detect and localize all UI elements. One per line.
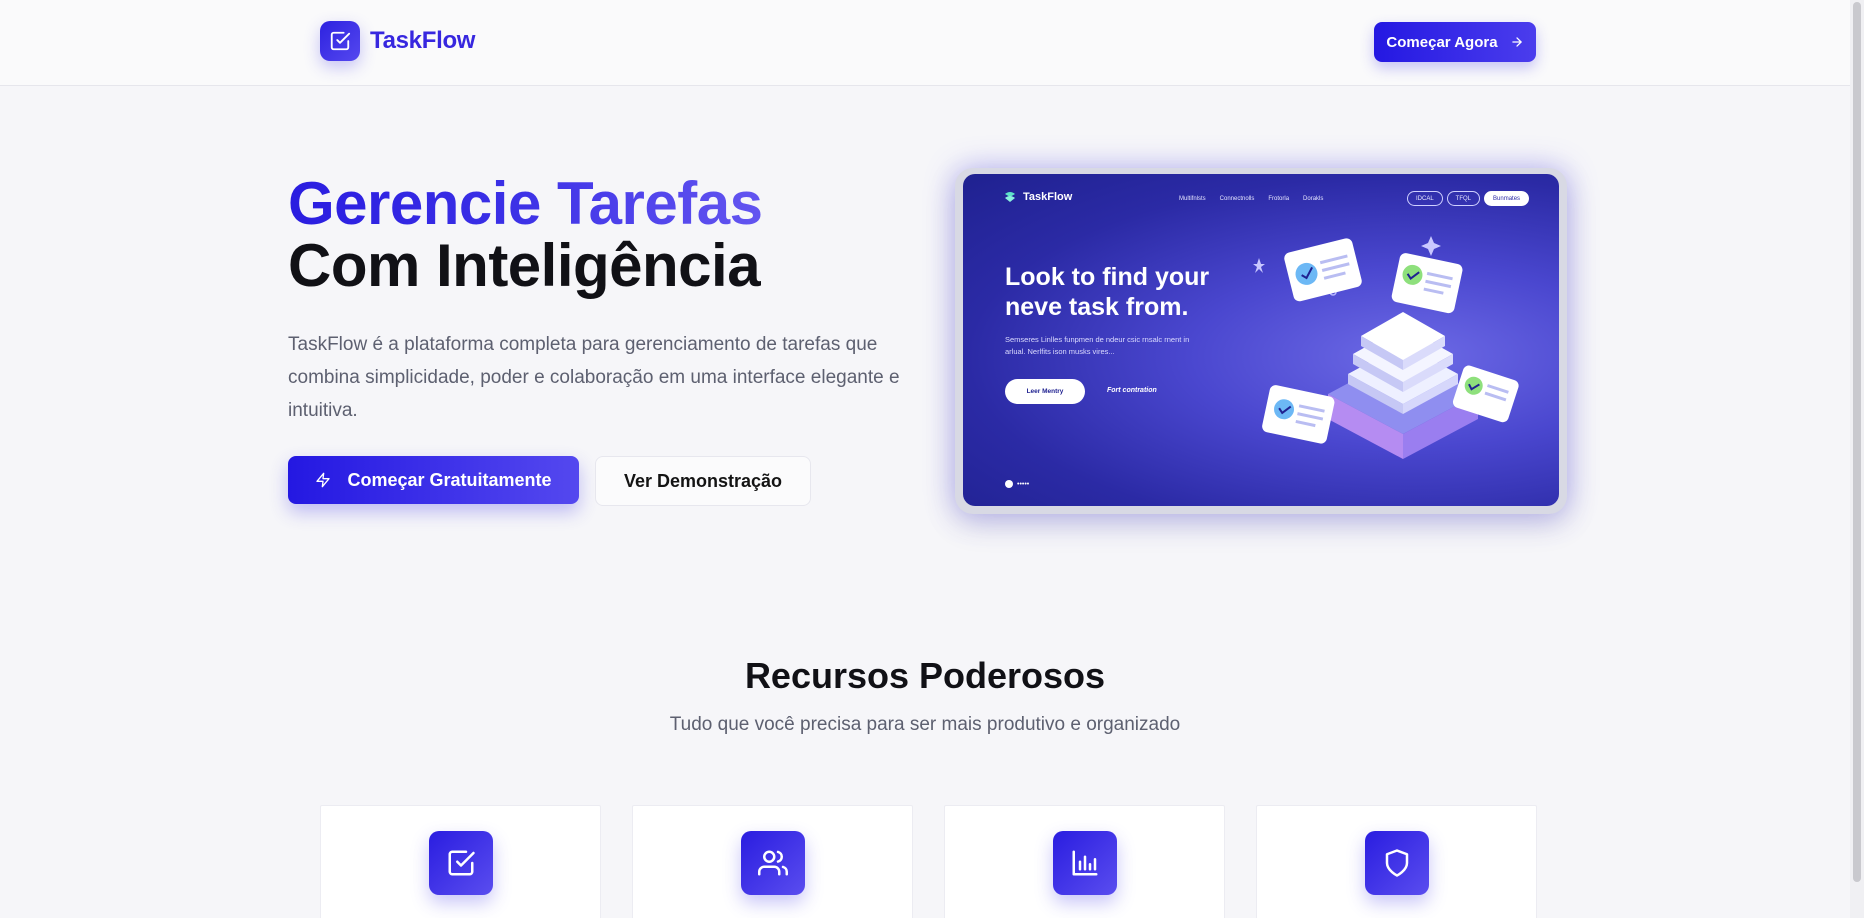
mockup-nav-link: Frotorla bbox=[1268, 196, 1290, 202]
zap-icon bbox=[316, 472, 331, 488]
page-scrollbar[interactable] bbox=[1850, 0, 1864, 918]
mockup-dots-text: ••••• bbox=[1017, 480, 1030, 488]
hero-image: TaskFlow Multifnlsts Connectnolls Frotor… bbox=[955, 168, 1567, 514]
mockup-headline-line2: neve task from. bbox=[1005, 293, 1189, 321]
hero-title-line2: Com Inteligência bbox=[288, 232, 761, 299]
mockup-brand-text: TaskFlow bbox=[1023, 191, 1073, 203]
view-demo-button[interactable]: Ver Demonstração bbox=[595, 456, 811, 506]
start-free-label: Começar Gratuitamente bbox=[347, 469, 552, 490]
feature-card bbox=[1256, 805, 1537, 918]
feature-card bbox=[320, 805, 601, 918]
top-header: TaskFlow Começar Agora bbox=[0, 0, 1864, 86]
mockup-pill: TFQL bbox=[1446, 191, 1481, 206]
arrow-right-icon bbox=[1511, 37, 1522, 47]
mockup-dot-icon bbox=[1005, 480, 1013, 488]
feature-card bbox=[944, 805, 1225, 918]
mockup-brand: TaskFlow bbox=[1003, 190, 1072, 204]
hero-screen-mockup: TaskFlow Multifnlsts Connectnolls Frotor… bbox=[963, 174, 1559, 506]
checkbox-logo-icon bbox=[320, 21, 360, 61]
hero-title: Gerencie Tarefas Com Inteligência bbox=[288, 173, 763, 297]
hero-description: TaskFlow é a plataforma completa para ge… bbox=[288, 334, 900, 421]
mockup-nav-link: Multifnlsts bbox=[1179, 196, 1206, 202]
mockup-headline: Look to find your neve task from. bbox=[1005, 262, 1209, 322]
users-icon bbox=[741, 831, 805, 895]
isometric-illustration bbox=[1253, 236, 1519, 459]
logo-text: TaskFlow bbox=[370, 27, 476, 54]
start-now-label: Começar Agora bbox=[1386, 33, 1498, 51]
mockup-pills: IDCAL TFQL Bunmates bbox=[1407, 191, 1530, 206]
start-now-button[interactable]: Começar Agora bbox=[1374, 22, 1536, 62]
view-demo-label: Ver Demonstração bbox=[623, 470, 783, 491]
mockup-button: Leer Mentry bbox=[1005, 379, 1085, 404]
mockup-pill: IDCAL bbox=[1407, 191, 1443, 206]
mockup-nav-link: Dorakls bbox=[1303, 196, 1324, 202]
checkbox-icon bbox=[429, 831, 493, 895]
mockup-nav-link: Connectnolls bbox=[1219, 196, 1255, 202]
mockup-logo-icon bbox=[1005, 192, 1015, 202]
mockup-nav: Multifnlsts Connectnolls Frotorla Dorakl… bbox=[1179, 196, 1323, 202]
mockup-pagination: ••••• bbox=[1005, 480, 1029, 488]
hero-title-line1: Gerencie Tarefas bbox=[288, 170, 763, 237]
feature-card bbox=[632, 805, 913, 918]
mockup-link: Fort contration bbox=[1107, 387, 1157, 394]
mockup-subtext: Semseres Linlles funpmen de ndeur csic r… bbox=[1005, 335, 1190, 356]
scrollbar-thumb[interactable] bbox=[1853, 2, 1861, 882]
start-free-button[interactable]: Começar Gratuitamente bbox=[288, 456, 579, 504]
shield-icon bbox=[1365, 831, 1429, 895]
features-title: Recursos Poderosos bbox=[744, 655, 1106, 696]
features-subtitle: Tudo que você precisa para ser mais prod… bbox=[669, 714, 1181, 735]
bar-chart-icon bbox=[1053, 831, 1117, 895]
logo[interactable]: TaskFlow bbox=[320, 21, 475, 61]
mockup-pill: Bunmates bbox=[1484, 191, 1530, 206]
mockup-headline-line1: Look to find your bbox=[1005, 263, 1210, 291]
